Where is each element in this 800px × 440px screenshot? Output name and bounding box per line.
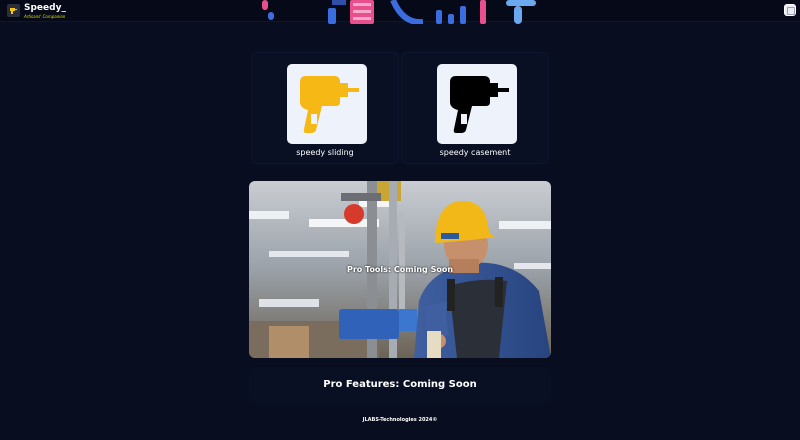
drill-icon	[450, 76, 509, 133]
drill-icon	[300, 76, 359, 133]
tool-thumbnail[interactable]	[287, 64, 367, 144]
tool-card-speedy-casement[interactable]: speedy casement	[401, 52, 549, 164]
banner-text: Pro Tools: Coming Soon	[346, 265, 454, 274]
pro-features-card[interactable]: Pro Features: Coming Soon	[249, 367, 551, 403]
logo-icon[interactable]	[7, 4, 20, 17]
tool-card-speedy-sliding[interactable]: speedy sliding	[251, 52, 399, 164]
pro-tools-banner[interactable]: Pro Tools: Coming Soon	[249, 181, 551, 358]
tool-label: speedy sliding	[296, 148, 354, 157]
brand-tagline: Artisans' Companion	[24, 14, 66, 19]
hero-illustration	[262, 0, 536, 24]
footer-copyright: JLABS-Technologies 2024©	[362, 417, 438, 423]
menu-icon[interactable]	[784, 4, 796, 16]
brand-name[interactable]: Speedy_	[24, 3, 66, 13]
tool-thumbnail[interactable]	[437, 64, 517, 144]
tool-label: speedy casement	[439, 148, 511, 157]
